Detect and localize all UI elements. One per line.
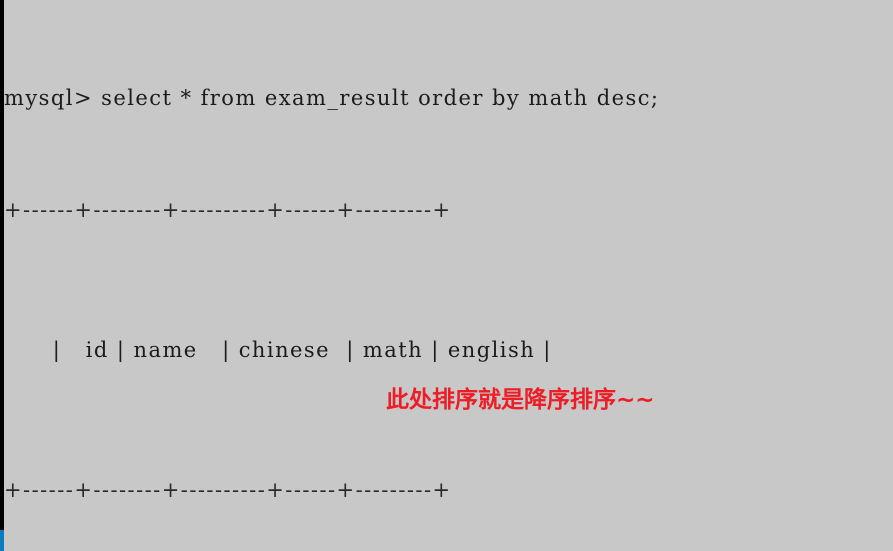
table-header-cells: | id | name | chinese | math | english |: [52, 338, 552, 362]
table-header-rule: +------+--------+----------+------+-----…: [4, 478, 452, 502]
table-header-row: | id | name | chinese | math | english |: [4, 308, 893, 392]
command-line: mysql> select * from exam_result order b…: [4, 86, 660, 110]
console-output[interactable]: mysql> select * from exam_result order b…: [4, 0, 893, 551]
terminal-window: mysql> select * from exam_result order b…: [0, 0, 893, 551]
table-top-rule: +------+--------+----------+------+-----…: [4, 198, 452, 222]
annotation-label: 此处排序就是降序排序~~: [386, 387, 655, 413]
